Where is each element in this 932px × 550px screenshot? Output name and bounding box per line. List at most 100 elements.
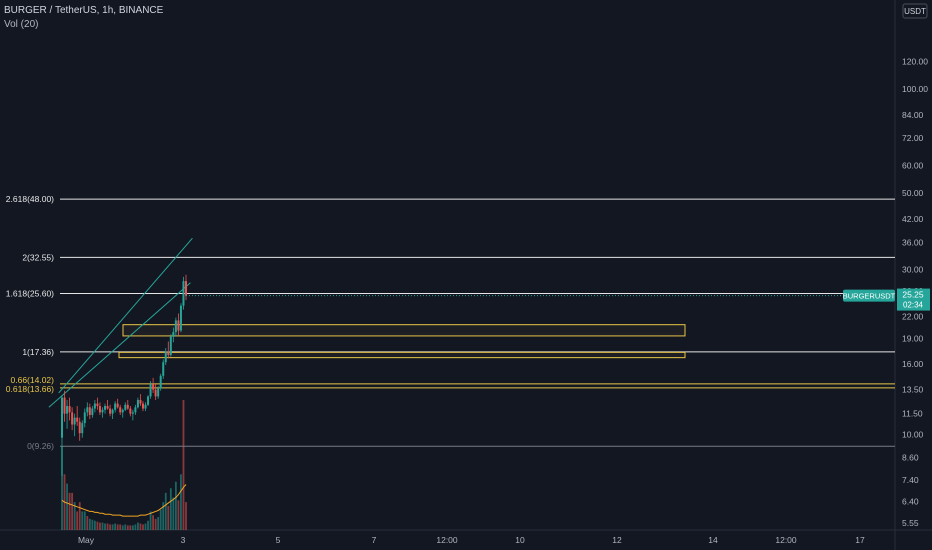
time-tick-label: 5: [276, 535, 281, 545]
price-tick-label: 5.55: [902, 518, 919, 528]
candle-body: [111, 409, 114, 414]
candle-body: [182, 281, 185, 306]
volume-bar: [180, 474, 182, 530]
volume-bar: [129, 525, 132, 530]
candle-body: [154, 389, 157, 397]
candle-body: [109, 408, 112, 414]
fib-level-label: 0.618(13.66): [6, 384, 54, 394]
price-zone[interactable]: [118, 351, 686, 359]
time-tick-label: 12:00: [775, 535, 797, 545]
candle-body: [159, 375, 162, 389]
last-price-value: 25.25: [902, 290, 924, 300]
price-tick-label: 50.00: [902, 188, 924, 198]
volume-bar: [68, 492, 71, 530]
candle-body: [167, 351, 170, 355]
time-tick-label: 12:00: [436, 535, 458, 545]
volume-bar: [134, 524, 137, 530]
candle-body: [121, 409, 124, 413]
volume-bar: [167, 505, 170, 530]
volume-bar: [88, 518, 91, 530]
volume-bar: [78, 502, 81, 530]
volume-bar: [126, 525, 129, 530]
candle-body: [61, 397, 63, 438]
price-chart[interactable]: 2.618(48.00) 2(32.55) 1.618(25.60) 1(17.36)…: [0, 0, 932, 550]
candle-body: [185, 281, 187, 296]
candle-body: [114, 403, 117, 410]
countdown-value: 02:34: [903, 301, 924, 310]
volume-bar: [142, 524, 144, 530]
fib-level-label: 0(9.26): [27, 441, 54, 451]
price-tick-label: 10.00: [902, 430, 924, 440]
volume-bar: [139, 523, 142, 530]
candle-body: [96, 403, 99, 407]
price-tick-label: 60.00: [902, 161, 924, 171]
time-tick-label: 12: [612, 535, 622, 545]
candle-body: [157, 388, 160, 397]
volume-bar: [177, 500, 180, 530]
candle-body: [152, 384, 155, 390]
volume-bar: [109, 524, 111, 530]
candle-body: [179, 305, 182, 331]
candle-body: [141, 403, 144, 409]
volume-bar: [119, 524, 122, 530]
volume-bar: [152, 515, 155, 530]
fib-level-label: 1(17.36): [22, 347, 54, 357]
candle-body: [86, 407, 89, 413]
volume-bar: [164, 492, 167, 530]
volume-bar: [137, 522, 139, 530]
price-tick-label: 84.00: [902, 110, 924, 120]
volume-bar: [86, 516, 89, 530]
candle-body: [101, 409, 104, 413]
candle-body: [124, 404, 127, 410]
candle-body: [73, 417, 76, 425]
volume-bar: [104, 523, 106, 530]
volume-bar: [101, 522, 104, 530]
time-tick-label: 17: [855, 535, 865, 545]
price-tick-label: 13.50: [902, 385, 924, 395]
volume-bar: [154, 518, 157, 530]
volume-bar: [124, 524, 127, 530]
price-tick-label: 11.50: [902, 409, 923, 419]
candle-body: [106, 406, 109, 409]
fib-level-label: 2.618(48.00): [6, 194, 54, 204]
candle-body: [164, 351, 167, 363]
fib-level-label: 1.618(25.60): [6, 289, 54, 299]
volume-bar: [172, 497, 175, 530]
candle-body: [131, 412, 134, 414]
volume-bar: [144, 523, 147, 530]
candle-body: [88, 407, 91, 415]
volume-bar: [83, 511, 86, 530]
volume-bar: [131, 525, 134, 530]
price-tick-label: 22.00: [902, 311, 924, 321]
volume-bar: [99, 522, 101, 530]
candle-body: [129, 408, 132, 414]
symbol-badge-label: BURGERUSDT: [843, 292, 896, 301]
price-tick-label: 30.00: [902, 265, 924, 275]
fib-level-label: 2(32.55): [22, 252, 54, 262]
candle-body: [139, 399, 142, 404]
candle-body: [177, 320, 180, 331]
price-tick-label: 120.00: [902, 57, 928, 67]
volume-bar: [111, 524, 114, 530]
currency-label: USDT: [904, 7, 926, 16]
candle-body: [83, 412, 86, 424]
candle-body: [93, 403, 96, 409]
price-zone[interactable]: [122, 324, 686, 337]
volume-bar: [93, 520, 96, 530]
volume-bar: [81, 511, 84, 530]
price-tick-label: 19.00: [902, 333, 924, 343]
symbol-title: BURGER / TetherUS, 1h, BINANCE: [4, 5, 164, 16]
time-tick-label: 7: [372, 535, 377, 545]
time-tick-label: 3: [181, 535, 186, 545]
candle-body: [81, 423, 84, 434]
candle-body: [126, 404, 129, 409]
volume-bar: [182, 400, 185, 530]
volume-bar: [159, 509, 162, 530]
price-tick-label: 42.00: [902, 214, 924, 224]
candle-body: [174, 320, 177, 333]
volume-bar: [66, 483, 68, 530]
price-tick-label: 8.60: [902, 452, 919, 462]
price-tick-label: 6.40: [902, 497, 919, 507]
volume-bar: [147, 520, 149, 530]
price-tick-label: 72.00: [902, 133, 924, 143]
